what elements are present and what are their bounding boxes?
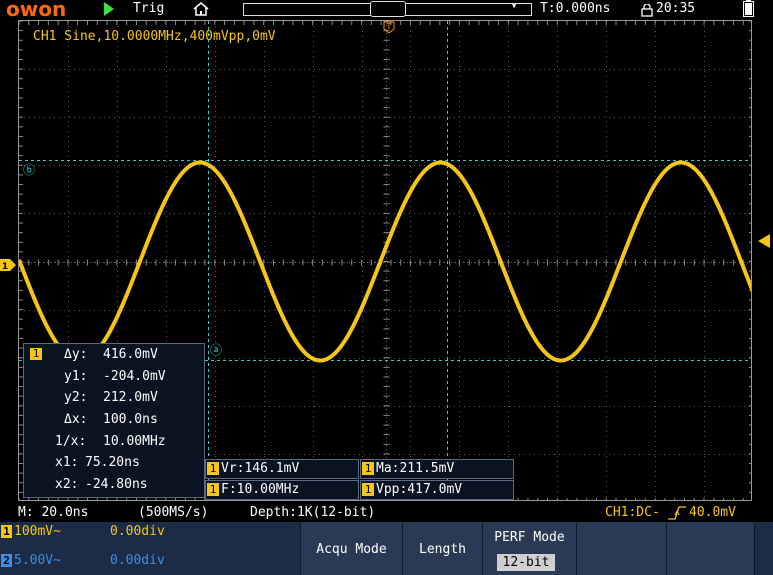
timebase-window[interactable]: ▼ [370,1,516,17]
menu-scroll[interactable] [754,522,773,575]
lock-icon [641,2,653,21]
stat-frequency: 1 F:10.00MHz [205,480,359,500]
y1-label: y1: [64,369,88,384]
channel-panel: 1 100mV~ 0.00div 2 5.00V~ 0.00div [0,522,300,575]
auto-measurements: 1 Vr:146.1mV 1 Ma:211.5mV 1 F:10.00MHz 1 Vpp… [205,459,514,500]
timebase-position-bar[interactable]: ▼ [243,1,532,17]
x2-value: -24.80ns [85,477,148,492]
home-icon[interactable] [192,1,210,21]
channel-info: CH1 Sine,10.0000MHz,400mVpp,0mV [33,29,276,44]
length-button[interactable]: Length [402,522,482,575]
channel-badge: 1 [362,462,374,475]
y1-value: -204.0mV [103,369,166,384]
channel-badge: 1 [207,483,219,496]
timebase-pointer-icon: ▼ [512,2,517,10]
sample-rate: (500MS/s) [138,505,209,520]
run-state-icon [104,2,114,16]
top-bar: owon Trig ▼ T:0.000ns 20:35 [0,0,773,21]
menu-slot-6[interactable] [666,522,754,575]
ch2-badge: 2 [1,554,12,567]
x1-value: 75.20ns [85,455,140,470]
acqu-mode-label: Acqu Mode [316,542,387,557]
delta-x-label: Δx: [64,412,88,427]
stat-ma: 1 Ma:211.5mV [360,459,514,479]
ch1-position-marker[interactable]: 1 [0,256,16,272]
cursor-measurement-panel: 1 Δy: 416.0mV y1: -204.0mV y2: 212.0mV Δ… [23,343,205,498]
reciprocal-x-value: 10.00MHz [103,434,166,449]
trigger-level: 40.0mV [689,505,736,520]
timebase: M: 20.0ns [18,505,89,520]
delta-x-value: 100.0ns [103,412,158,427]
reciprocal-x-label: 1/x: [55,434,87,449]
acqu-mode-button[interactable]: Acqu Mode [300,522,402,575]
stat-vpp-value: Vpp:417.0mV [376,482,463,497]
channel-badge: 1 [362,483,374,496]
svg-text:1: 1 [2,262,8,271]
owon-logo: owon [6,0,67,21]
cursor-a-label: ⓐ [210,343,223,357]
delta-y-value: 416.0mV [103,347,158,362]
menu-slot-5[interactable] [576,522,666,575]
length-label: Length [419,542,466,557]
trigger-level-marker[interactable] [758,234,770,248]
perf-mode-value: 12-bit [497,554,555,571]
channel-badge: 1 [207,462,219,475]
y2-value: 212.0mV [103,390,158,405]
trigger-source: CH1:DC- [605,505,660,520]
stat-vpp: 1 Vpp:417.0mV [360,480,514,500]
stat-vr: 1 Vr:146.1mV [205,459,359,479]
x2-label: x2: [55,477,79,492]
y2-label: y2: [64,390,88,405]
x1-label: x1: [55,455,79,470]
ch1-offset: 0.00div [110,524,165,539]
ch1-badge: 1 [1,525,12,538]
svg-text:T: T [386,22,392,31]
memory-depth: Depth:1K(12-bit) [250,505,376,520]
perf-mode-button[interactable]: PERF Mode 12-bit [482,522,576,575]
stat-frequency-value: F:10.00MHz [221,482,300,497]
ch1-scale: 100mV~ [14,524,61,539]
ch2-offset: 0.00div [110,553,165,568]
stat-ma-value: Ma:211.5mV [376,461,455,476]
channel-badge: 1 [30,348,42,360]
stat-vr-value: Vr:146.1mV [221,461,300,476]
perf-mode-label: PERF Mode [494,530,565,545]
status-bar: M: 20.0ns (500MS/s) Depth:1K(12-bit) CH1… [0,504,773,522]
cursor-b-label: ⓑ [23,163,36,177]
bottom-menu: 1 100mV~ 0.00div 2 5.00V~ 0.00div Acqu M… [0,522,773,575]
time-offset: T:0.000ns [540,1,611,16]
battery-icon [743,0,754,17]
clock: 20:35 [656,1,696,16]
trigger-status: Trig [133,1,165,16]
ch2-scale: 5.00V~ [14,553,61,568]
delta-y-label: Δy: [64,347,88,362]
